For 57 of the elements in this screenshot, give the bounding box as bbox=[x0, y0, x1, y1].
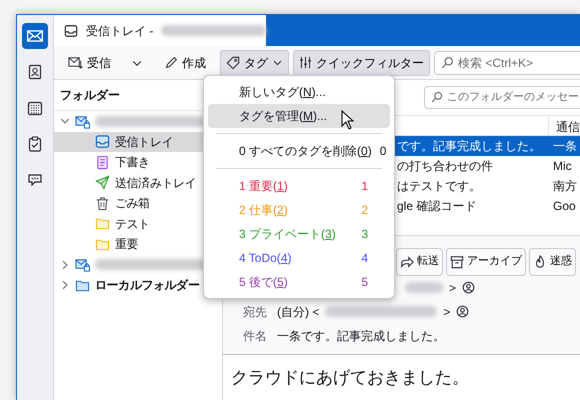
field-label: 件名 bbox=[243, 328, 268, 345]
chevron-right-icon bbox=[60, 280, 70, 290]
menu-item[interactable]: 新しいタグ(N)... bbox=[208, 80, 390, 104]
paper-plane-icon bbox=[95, 175, 110, 190]
search-icon bbox=[441, 56, 454, 69]
calendar-icon[interactable] bbox=[27, 100, 43, 116]
mail-account-icon bbox=[75, 257, 90, 272]
table-cell-text: 南方 bbox=[552, 178, 578, 196]
redacted-text bbox=[405, 282, 443, 294]
envelope-down-arrow-icon bbox=[68, 55, 83, 70]
folder-icon bbox=[95, 216, 110, 232]
chevron-down-icon bbox=[60, 116, 70, 126]
forward-button[interactable]: 転送 bbox=[396, 248, 443, 276]
table-cell-text: gle 確認コード bbox=[397, 198, 478, 216]
pencil-icon bbox=[165, 56, 178, 69]
trash-can-icon bbox=[95, 196, 110, 211]
tag-button[interactable]: タグ bbox=[220, 50, 289, 76]
table-cell-text: Goo bbox=[552, 198, 577, 216]
chevron-right-icon bbox=[60, 260, 70, 270]
chat-bubble-icon[interactable] bbox=[27, 172, 43, 188]
inbox-tray-icon bbox=[95, 134, 110, 150]
table-cell-text: Mic bbox=[552, 158, 573, 175]
address-text: > bbox=[443, 304, 450, 321]
search-icon bbox=[431, 91, 443, 104]
tab-title[interactable]: 受信トレイ - bbox=[86, 22, 154, 40]
column-header[interactable]: 通信 bbox=[549, 116, 580, 135]
tag-icon bbox=[226, 56, 240, 70]
quick-filter-button[interactable]: クイックフィルター bbox=[293, 50, 430, 76]
table-cell-text: の打ち合わせの件 bbox=[397, 158, 494, 175]
write-button[interactable]: 作成 bbox=[159, 50, 212, 76]
document-icon bbox=[95, 154, 110, 170]
mail-account-icon bbox=[75, 114, 90, 129]
message-body-text: クラウドにあげておきました。 bbox=[231, 368, 469, 387]
contact-icon[interactable] bbox=[462, 281, 476, 294]
subject-text: 一条です。記事完成しました。 bbox=[277, 328, 445, 345]
sliders-icon bbox=[299, 56, 312, 69]
pane-title: フォルダー bbox=[60, 87, 120, 104]
address-text: (自分) < bbox=[277, 304, 320, 321]
address-book-icon[interactable] bbox=[27, 64, 43, 80]
search-field[interactable]: 検索 <Ctrl+K> bbox=[434, 50, 580, 74]
filter-field[interactable]: このフォルダーのメッセー bbox=[424, 86, 580, 109]
inbox-tray-icon bbox=[64, 24, 78, 38]
table-cell-text: です。記事完成しました。 bbox=[397, 138, 542, 155]
forward-arrow-icon bbox=[400, 254, 414, 269]
mouse-pointer-icon bbox=[341, 110, 355, 130]
clipboard-check-icon[interactable] bbox=[27, 136, 43, 152]
flame-icon bbox=[533, 254, 547, 269]
contact-icon[interactable] bbox=[456, 305, 470, 318]
archive-box-icon bbox=[450, 254, 464, 269]
junk-button[interactable]: 迷惑 bbox=[529, 248, 576, 276]
menu-item[interactable]: タグを管理(M)... bbox=[208, 104, 390, 128]
field-label: 宛先 bbox=[243, 304, 268, 321]
table-cell-text: 一条 bbox=[552, 138, 578, 155]
get-messages-button[interactable]: 受信 bbox=[62, 50, 117, 76]
table-cell-text: はテストです。 bbox=[397, 178, 482, 196]
archive-button[interactable]: アーカイブ bbox=[446, 248, 526, 276]
address-text: > bbox=[449, 280, 456, 297]
